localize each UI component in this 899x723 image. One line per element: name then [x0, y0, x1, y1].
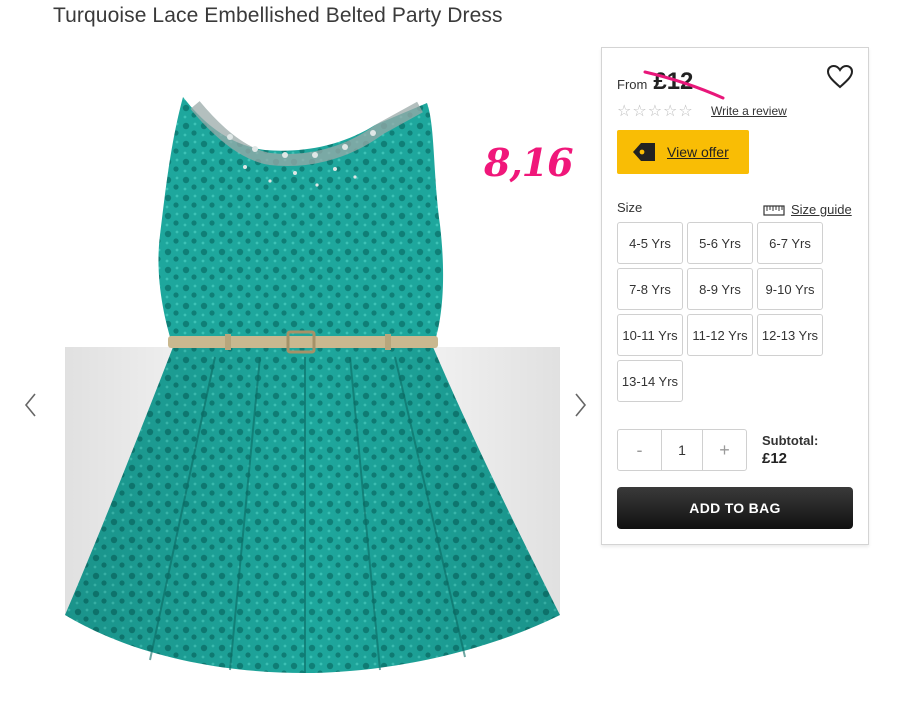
- size-option-10-11[interactable]: 10-11 Yrs: [617, 314, 683, 356]
- size-option-7-8[interactable]: 7-8 Yrs: [617, 268, 683, 310]
- wishlist-button[interactable]: [826, 64, 854, 90]
- size-guide-label: Size guide: [791, 202, 852, 217]
- size-option-12-13[interactable]: 12-13 Yrs: [757, 314, 823, 356]
- size-option-4-5[interactable]: 4-5 Yrs: [617, 222, 683, 264]
- size-option-5-6[interactable]: 5-6 Yrs: [687, 222, 753, 264]
- price: £12: [643, 68, 725, 100]
- write-review-link[interactable]: Write a review: [711, 104, 787, 118]
- view-offer-label: View offer: [667, 144, 729, 160]
- gallery-prev-button[interactable]: [20, 390, 42, 420]
- subtotal-label: Subtotal:: [762, 433, 819, 448]
- subtotal-value: £12: [762, 450, 788, 467]
- star-icon: ☆: [617, 103, 632, 120]
- size-guide-link[interactable]: Size guide: [763, 202, 852, 217]
- heart-icon: [826, 64, 854, 89]
- view-offer-button[interactable]: View offer: [617, 130, 749, 174]
- size-options: 4-5 Yrs 5-6 Yrs 6-7 Yrs 7-8 Yrs 8-9 Yrs …: [617, 222, 827, 402]
- size-label: Size: [617, 200, 643, 215]
- quantity-decrease-button[interactable]: -: [618, 430, 661, 470]
- from-label: From: [617, 77, 648, 92]
- product-title: Turquoise Lace Embellished Belted Party …: [53, 4, 503, 27]
- quantity-stepper: - 1 +: [617, 429, 747, 471]
- star-icon: ☆: [678, 103, 693, 120]
- purchase-panel: From £12 ☆ ☆ ☆ ☆ ☆ Write a review View o…: [601, 47, 869, 545]
- ruler-icon: [763, 204, 785, 216]
- size-option-8-9[interactable]: 8-9 Yrs: [687, 268, 753, 310]
- size-option-6-7[interactable]: 6-7 Yrs: [757, 222, 823, 264]
- star-icon: ☆: [663, 103, 678, 120]
- handwritten-annotation: 8,16: [484, 140, 574, 185]
- rating-stars: ☆ ☆ ☆ ☆ ☆: [617, 104, 693, 120]
- quantity-input[interactable]: 1: [661, 430, 703, 470]
- size-option-11-12[interactable]: 11-12 Yrs: [687, 314, 753, 356]
- size-option-9-10[interactable]: 9-10 Yrs: [757, 268, 823, 310]
- star-icon: ☆: [647, 103, 663, 120]
- chevron-left-icon: [24, 393, 36, 417]
- product-gallery: 8,16: [0, 60, 600, 723]
- price-tag-icon: [633, 143, 655, 161]
- price-value: £12: [653, 68, 694, 95]
- size-option-13-14[interactable]: 13-14 Yrs: [617, 360, 683, 402]
- add-to-bag-button[interactable]: ADD TO BAG: [617, 487, 853, 529]
- price-row: From £12: [617, 68, 725, 100]
- star-icon: ☆: [632, 103, 647, 120]
- subtotal: Subtotal: £12: [762, 433, 818, 467]
- quantity-increase-button[interactable]: +: [703, 430, 746, 470]
